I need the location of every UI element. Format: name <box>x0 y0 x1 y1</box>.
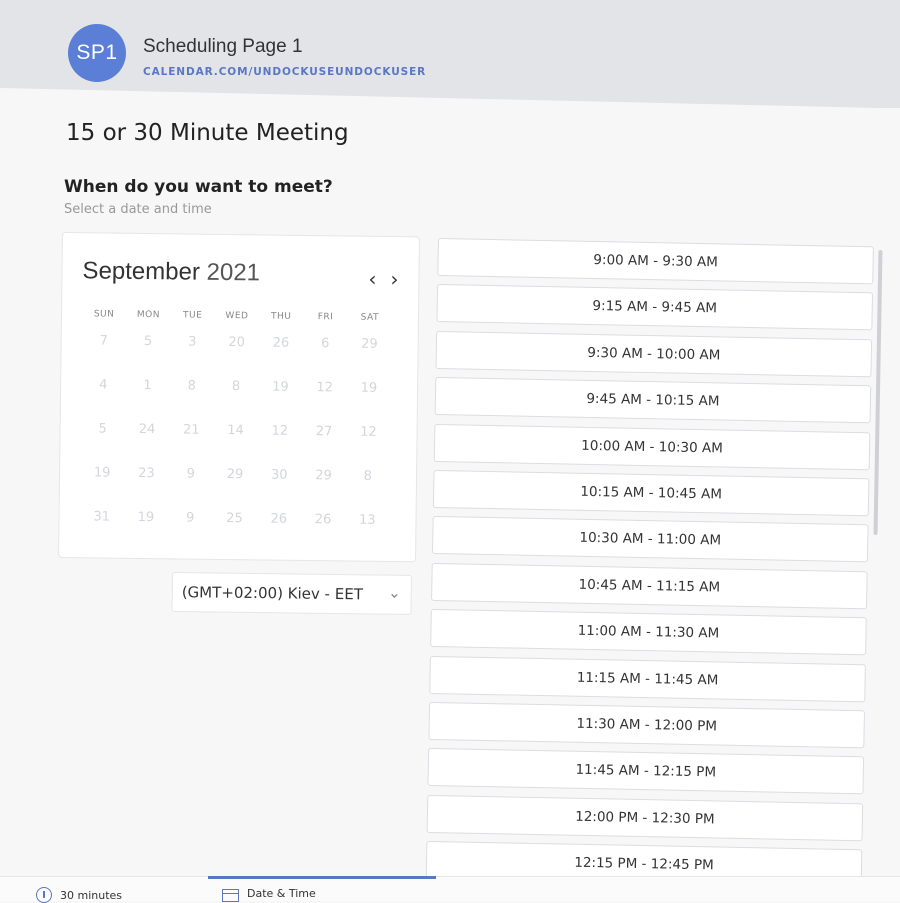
active-step-indicator <box>208 876 436 879</box>
weekday-label: SUN <box>93 309 115 320</box>
calendar-day: 19 <box>137 509 155 526</box>
calendar-day: 21 <box>182 422 200 438</box>
slot-list-scrollbar[interactable] <box>873 249 883 536</box>
calendar-day: 20 <box>228 335 246 351</box>
scheduling-page-url[interactable]: CALENDAR.COM/UNDOCKUSEUNDOCKUSER <box>143 66 426 78</box>
chevron-down-icon: ⌄ <box>388 583 401 602</box>
calendar-day: 3 <box>188 334 197 350</box>
timezone-value: (GMT+02:00) Kiev - EET <box>181 583 364 604</box>
time-slot-button[interactable]: 12:00 PM - 12:30 PM <box>426 794 864 841</box>
calendar-day: 5 <box>143 334 153 350</box>
calendar-week: 7 5 3 20 26 6 29 <box>82 333 392 352</box>
weekday-label: SAT <box>360 312 380 323</box>
step-duration[interactable]: 30 minutes <box>36 887 122 903</box>
calendar-day: 27 <box>315 424 333 440</box>
calendar-day: 26 <box>272 335 290 351</box>
calendar-day: 19 <box>272 379 289 395</box>
time-slot-button[interactable]: 11:45 AM - 12:15 PM <box>427 748 865 795</box>
calendar-day: 30 <box>270 467 288 483</box>
time-slot-button[interactable]: 10:30 AM - 11:00 AM <box>431 516 869 563</box>
weekday-label: TUE <box>182 310 203 321</box>
time-slot-button[interactable]: 11:15 AM - 11:45 AM <box>429 655 866 702</box>
meeting-title: 15 or 30 Minute Meeting <box>66 120 349 146</box>
chevron-left-icon[interactable]: ‹ <box>368 267 376 291</box>
calendar-year: 2021 <box>206 258 261 287</box>
calendar-week: 4 1 8 8 19 12 19 <box>81 377 391 396</box>
time-slot-button[interactable]: 9:30 AM - 10:00 AM <box>435 330 873 378</box>
scheduling-page-name: Scheduling Page 1 <box>143 36 303 57</box>
time-slot-button[interactable]: 10:15 AM - 10:45 AM <box>432 469 870 517</box>
calendar-day: 14 <box>227 423 244 439</box>
step-date-time-label: Date & Time <box>247 887 316 900</box>
calendar-day: 9 <box>185 510 195 526</box>
calendar-day: 8 <box>231 379 241 395</box>
calendar-week: 5 24 21 14 12 27 12 <box>81 421 391 440</box>
when-heading: When do you want to meet? <box>64 177 333 197</box>
timezone-select[interactable]: (GMT+02:00) Kiev - EET ⌄ <box>171 572 412 615</box>
weekday-label: FRI <box>317 312 334 323</box>
avatar: SP1 <box>68 24 126 82</box>
calendar-day: 5 <box>98 421 107 437</box>
weekday-header: SUN MON TUE WED THU FRI SAT <box>82 309 392 323</box>
calendar-day: 8 <box>187 378 197 394</box>
calendar-week: 19 23 9 29 30 29 8 <box>80 465 390 484</box>
calendar-day: 29 <box>361 336 378 352</box>
calendar-day: 29 <box>315 468 332 484</box>
time-slot-button[interactable]: 11:30 AM - 12:00 PM <box>428 701 866 749</box>
calendar-day: 6 <box>320 336 330 352</box>
weekday-label: MON <box>136 309 161 321</box>
calendar-day: 24 <box>138 421 156 438</box>
when-subheading: Select a date and time <box>64 202 212 217</box>
time-slot-button[interactable]: 9:15 AM - 9:45 AM <box>436 284 874 331</box>
calendar-day: 26 <box>270 511 288 527</box>
calendar-day: 19 <box>93 465 111 481</box>
calendar-day: 31 <box>93 509 111 525</box>
step-footer <box>0 876 900 901</box>
weekday-label: WED <box>225 311 249 322</box>
calendar-day: 12 <box>271 423 289 439</box>
calendar-month-year: September 2021 <box>82 257 260 287</box>
calendar-day: 9 <box>186 466 195 482</box>
calendar-day: 29 <box>226 467 244 483</box>
time-slot-button[interactable]: 11:00 AM - 11:30 AM <box>430 609 867 656</box>
calendar-day: 12 <box>316 380 334 396</box>
time-slot-button[interactable]: 10:45 AM - 11:15 AM <box>431 562 868 610</box>
time-slot-button[interactable]: 9:45 AM - 10:15 AM <box>434 377 872 424</box>
calendar-day: 23 <box>138 465 155 482</box>
calendar-day: 1 <box>143 378 152 394</box>
calendar-icon <box>222 889 239 902</box>
calendar-day: 19 <box>360 380 378 396</box>
calendar-day: 7 <box>99 333 109 349</box>
info-icon <box>36 887 52 903</box>
calendar-day: 4 <box>99 377 108 393</box>
calendar-day: 13 <box>358 512 376 528</box>
time-slot-button[interactable]: 10:00 AM - 10:30 AM <box>433 423 871 470</box>
chevron-right-icon[interactable]: › <box>390 267 398 291</box>
calendar-week: 31 19 9 25 26 26 13 <box>79 509 389 528</box>
calendar-month: September <box>82 257 201 286</box>
calendar-day: 25 <box>226 511 243 527</box>
calendar-day: 12 <box>360 424 377 440</box>
calendar: September 2021 ‹ › SUN MON TUE WED THU F… <box>58 232 420 563</box>
step-date-time[interactable]: Date & Time <box>222 887 316 902</box>
weekday-label: THU <box>270 311 292 322</box>
calendar-day: 26 <box>314 512 332 528</box>
time-slot-button[interactable]: 9:00 AM - 9:30 AM <box>437 238 874 285</box>
calendar-day: 8 <box>363 468 373 484</box>
time-slot-list: 9:00 AM - 9:30 AM 9:15 AM - 9:45 AM 9:30… <box>425 238 874 896</box>
